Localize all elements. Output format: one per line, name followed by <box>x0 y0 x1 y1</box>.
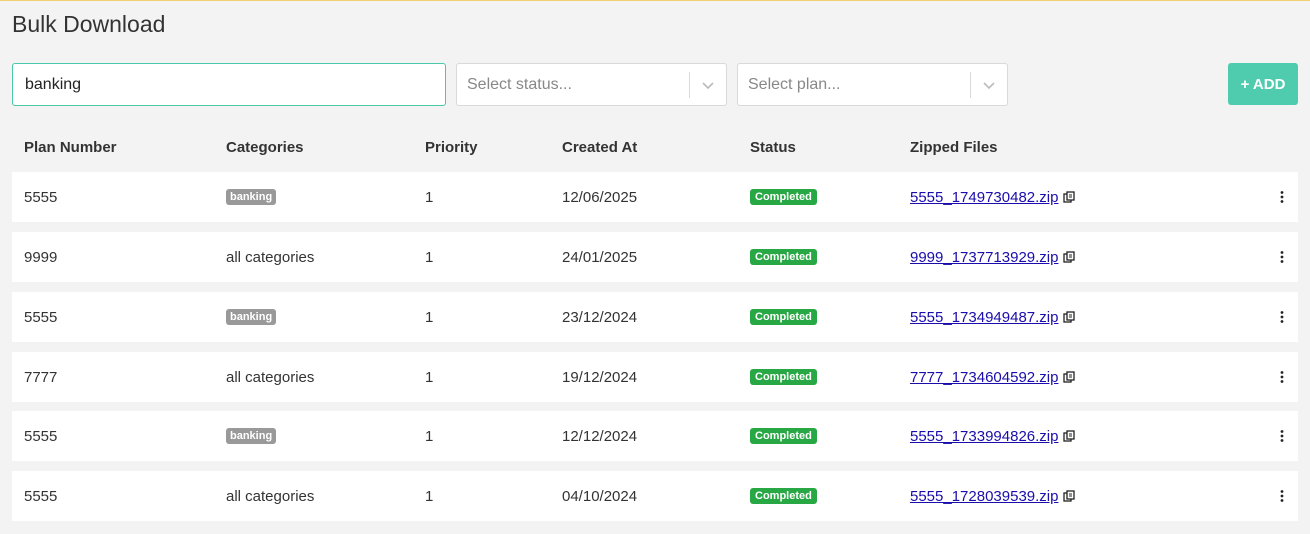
zipped-files-cell: 5555_1728039539.zip <box>910 471 1076 521</box>
plan-number-cell: 7777 <box>24 368 58 386</box>
status-cell: Completed <box>750 471 817 521</box>
zip-file-link[interactable]: 5555_1749730482.zip <box>910 189 1058 206</box>
status-select-placeholder: Select status... <box>467 75 572 93</box>
status-badge: Completed <box>750 488 817 504</box>
status-badge: Completed <box>750 369 817 385</box>
zip-file-link[interactable]: 5555_1734949487.zip <box>910 309 1058 326</box>
add-button[interactable]: + ADD <box>1228 63 1298 105</box>
row-menu-cell <box>1277 292 1287 342</box>
table-row[interactable]: 5555 banking 1 12/06/2025 Completed 5555… <box>12 172 1298 222</box>
priority-cell: 1 <box>425 188 434 206</box>
categories-cell: all categories <box>226 232 314 282</box>
kebab-menu-icon[interactable] <box>1277 310 1287 324</box>
zipped-files-cell: 7777_1734604592.zip <box>910 352 1076 402</box>
status-cell: Completed <box>750 411 817 461</box>
created-at-cell: 12/12/2024 <box>562 427 638 445</box>
zip-file-link[interactable]: 5555_1728039539.zip <box>910 488 1058 505</box>
zip-file-link[interactable]: 5555_1733994826.zip <box>910 428 1058 445</box>
kebab-menu-icon[interactable] <box>1277 250 1287 264</box>
category-tag: banking <box>226 309 277 325</box>
status-cell: Completed <box>750 292 817 342</box>
created-at-cell: 23/12/2024 <box>562 308 638 326</box>
priority-cell: 1 <box>425 368 434 386</box>
status-badge: Completed <box>750 309 817 325</box>
zipped-files-cell: 5555_1749730482.zip <box>910 172 1076 222</box>
categories-cell: banking <box>226 172 277 222</box>
copy-icon[interactable] <box>1063 251 1076 263</box>
column-header-status[interactable]: Status <box>750 139 796 156</box>
row-menu-cell <box>1277 352 1287 402</box>
chevron-down-icon[interactable] <box>690 78 726 92</box>
created-at-cell: 24/01/2025 <box>562 248 638 266</box>
plan-number-cell: 5555 <box>24 487 58 505</box>
zipped-files-cell: 5555_1734949487.zip <box>910 292 1076 342</box>
copy-icon[interactable] <box>1063 490 1076 502</box>
column-header-plan-number[interactable]: Plan Number <box>24 139 117 156</box>
priority-cell: 1 <box>425 248 434 266</box>
category-tag: banking <box>226 189 277 205</box>
search-input[interactable] <box>12 63 446 106</box>
table-row[interactable]: 5555 banking 1 23/12/2024 Completed 5555… <box>12 292 1298 342</box>
table-row[interactable]: 7777 all categories 1 19/12/2024 Complet… <box>12 352 1298 402</box>
row-menu-cell <box>1277 232 1287 282</box>
copy-icon[interactable] <box>1063 371 1076 383</box>
created-at-cell: 04/10/2024 <box>562 487 638 505</box>
zip-file-link[interactable]: 7777_1734604592.zip <box>910 369 1058 386</box>
copy-icon[interactable] <box>1063 191 1076 203</box>
column-header-zipped-files[interactable]: Zipped Files <box>910 139 998 156</box>
categories-cell: all categories <box>226 352 314 402</box>
kebab-menu-icon[interactable] <box>1277 190 1287 204</box>
status-badge: Completed <box>750 428 817 444</box>
categories-cell: banking <box>226 411 277 461</box>
table-row[interactable]: 9999 all categories 1 24/01/2025 Complet… <box>12 232 1298 282</box>
plan-number-cell: 5555 <box>24 188 58 206</box>
zipped-files-cell: 9999_1737713929.zip <box>910 232 1076 282</box>
copy-icon[interactable] <box>1063 311 1076 323</box>
kebab-menu-icon[interactable] <box>1277 370 1287 384</box>
kebab-menu-icon[interactable] <box>1277 489 1287 503</box>
row-menu-cell <box>1277 172 1287 222</box>
status-badge: Completed <box>750 189 817 205</box>
categories-cell: banking <box>226 292 277 342</box>
category-tag: banking <box>226 428 277 444</box>
category-text: all categories <box>226 487 315 505</box>
status-badge: Completed <box>750 249 817 265</box>
status-cell: Completed <box>750 232 817 282</box>
plan-select-placeholder: Select plan... <box>748 75 841 93</box>
category-text: all categories <box>226 368 315 386</box>
row-menu-cell <box>1277 471 1287 521</box>
plan-number-cell: 5555 <box>24 308 58 326</box>
row-menu-cell <box>1277 411 1287 461</box>
plan-number-cell: 5555 <box>24 427 58 445</box>
status-cell: Completed <box>750 172 817 222</box>
category-text: all categories <box>226 248 315 266</box>
column-header-created-at[interactable]: Created At <box>562 139 637 156</box>
status-select[interactable]: Select status... <box>456 63 727 106</box>
column-header-categories[interactable]: Categories <box>226 139 304 156</box>
column-header-priority[interactable]: Priority <box>425 139 478 156</box>
plan-select[interactable]: Select plan... <box>737 63 1008 106</box>
table-row[interactable]: 5555 banking 1 12/12/2024 Completed 5555… <box>12 411 1298 461</box>
created-at-cell: 12/06/2025 <box>562 188 638 206</box>
categories-cell: all categories <box>226 471 314 521</box>
priority-cell: 1 <box>425 427 434 445</box>
priority-cell: 1 <box>425 308 434 326</box>
table-header: Plan Number Categories Priority Created … <box>12 131 1298 165</box>
created-at-cell: 19/12/2024 <box>562 368 638 386</box>
zipped-files-cell: 5555_1733994826.zip <box>910 411 1076 461</box>
priority-cell: 1 <box>425 487 434 505</box>
status-cell: Completed <box>750 352 817 402</box>
table-row[interactable]: 5555 all categories 1 04/10/2024 Complet… <box>12 471 1298 521</box>
page-title: Bulk Download <box>12 11 166 37</box>
kebab-menu-icon[interactable] <box>1277 429 1287 443</box>
chevron-down-icon[interactable] <box>971 78 1007 92</box>
copy-icon[interactable] <box>1063 430 1076 442</box>
plan-number-cell: 9999 <box>24 248 58 266</box>
zip-file-link[interactable]: 9999_1737713929.zip <box>910 249 1058 266</box>
